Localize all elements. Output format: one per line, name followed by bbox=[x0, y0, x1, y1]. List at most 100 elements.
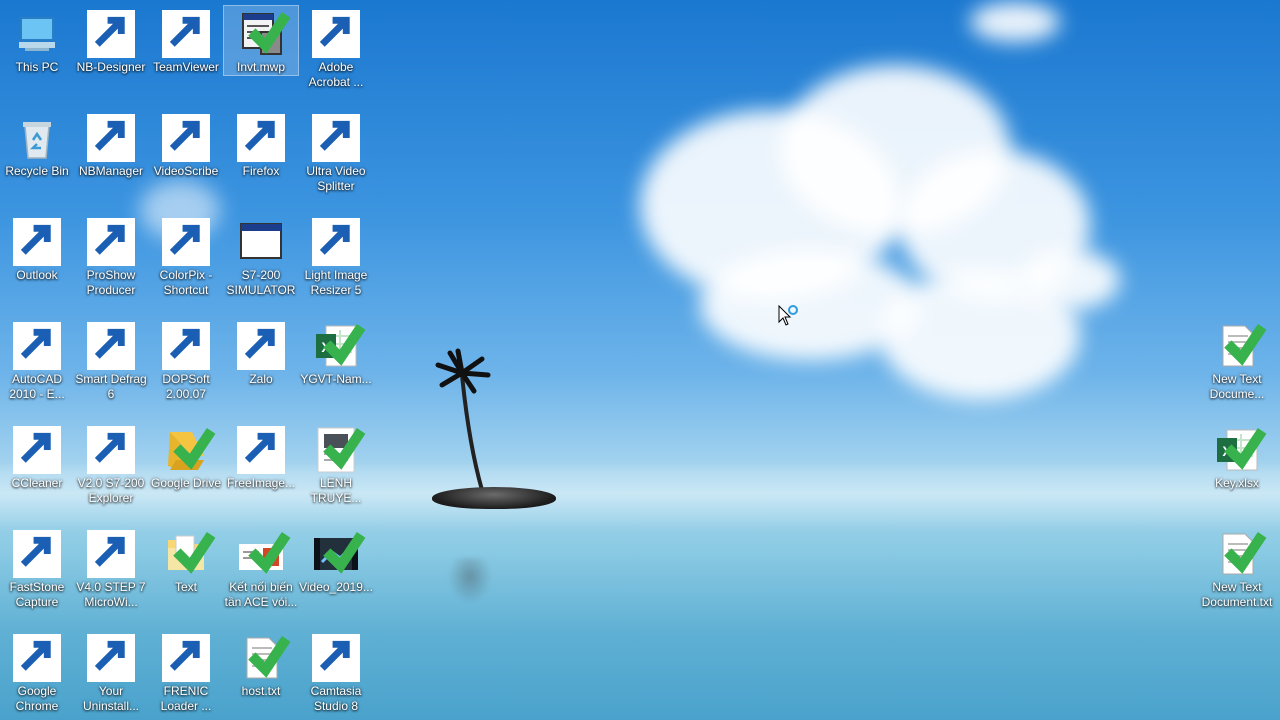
video-file-icon bbox=[312, 530, 366, 578]
desktop-icon-light-image-resizer[interactable]: Light Image Resizer 5 bbox=[299, 214, 373, 298]
icon-label: host.txt bbox=[241, 684, 281, 698]
icon-label: Recycle Bin bbox=[5, 164, 69, 178]
icon-label: V4.0 STEP 7 MicroWi... bbox=[76, 580, 146, 609]
nb-designer-icon: BE bbox=[87, 10, 135, 58]
icon-label: NB-Designer bbox=[76, 60, 146, 74]
icon-label: Text bbox=[174, 580, 197, 594]
adobe-acrobat-icon bbox=[312, 10, 360, 58]
icon-label: ProShow Producer bbox=[86, 268, 136, 297]
icon-label: This PC bbox=[15, 60, 59, 74]
desktop-icon-new-text-document-1[interactable]: New Text Docume... bbox=[1200, 318, 1274, 402]
desktop-icon-zalo[interactable]: Zalo Zalo bbox=[224, 318, 298, 387]
dopsoft-icon bbox=[162, 322, 210, 370]
desktop-icon-new-text-document-2[interactable]: New Text Document.txt bbox=[1200, 526, 1274, 610]
text-file-icon bbox=[1213, 530, 1267, 578]
desktop-icon-camtasia[interactable]: Camtasia Studio 8 bbox=[299, 630, 373, 714]
desktop-icon-nb-designer[interactable]: BE NB-Designer bbox=[74, 6, 148, 75]
camtasia-icon bbox=[312, 634, 360, 682]
icon-label: Google Chrome bbox=[15, 684, 59, 713]
desktop-icon-smart-defrag[interactable]: Smart Defrag 6 bbox=[74, 318, 148, 402]
plc-explorer-icon bbox=[87, 426, 135, 474]
desktop-icon-step7[interactable]: V4.0 STEP 7 MicroWi... bbox=[74, 526, 148, 610]
desktop-icon-outlook[interactable]: Outlook bbox=[0, 214, 74, 283]
icon-label: V2.0 S7-200 Explorer bbox=[77, 476, 145, 505]
pdf-file-icon bbox=[312, 426, 366, 474]
desktop-icon-autocad[interactable]: 20 AutoCAD 2010 - E... bbox=[0, 318, 74, 402]
icon-label: NBManager bbox=[78, 164, 144, 178]
proshow-icon bbox=[87, 218, 135, 266]
text-file-icon bbox=[237, 634, 291, 682]
desktop-icon-recycle-bin[interactable]: Recycle Bin bbox=[0, 110, 74, 179]
desktop-icon-proshow[interactable]: ProShow Producer bbox=[74, 214, 148, 298]
icon-label: YGVT-Nam... bbox=[300, 372, 372, 386]
icon-label: Zalo bbox=[249, 372, 273, 386]
zalo-icon: Zalo bbox=[237, 322, 285, 370]
busy-cursor-icon bbox=[778, 305, 798, 326]
desktop-icon-host-txt[interactable]: host.txt bbox=[224, 630, 298, 699]
wallpaper-cloud bbox=[970, 2, 1060, 42]
video-splitter-icon bbox=[312, 114, 360, 162]
desktop-icon-colorpix[interactable]: ColorPix - Shortcut bbox=[149, 214, 223, 298]
ppt-file-icon: P bbox=[237, 530, 291, 578]
desktop-icon-ultra-video-splitter[interactable]: Ultra Video Splitter bbox=[299, 110, 373, 194]
image-resizer-icon bbox=[312, 218, 360, 266]
icon-label: FreeImage... bbox=[226, 476, 296, 490]
icon-label: ColorPix - Shortcut bbox=[159, 268, 213, 297]
icon-label: AutoCAD 2010 - E... bbox=[9, 372, 65, 401]
desktop-icon-freeimage[interactable]: Ic FreeImage... bbox=[224, 422, 298, 491]
desktop-icon-video-2019[interactable]: Video_2019... bbox=[299, 526, 373, 595]
icon-label: New Text Document.txt bbox=[1201, 580, 1273, 609]
icon-label: Camtasia Studio 8 bbox=[310, 684, 362, 713]
icon-label: New Text Docume... bbox=[1209, 372, 1265, 401]
desktop-icon-chrome[interactable]: Google Chrome bbox=[0, 630, 74, 714]
firefox-icon bbox=[237, 114, 285, 162]
desktop-icon-teamviewer[interactable]: TeamViewer bbox=[149, 6, 223, 75]
desktop-icon-text-folder[interactable]: Text bbox=[149, 526, 223, 595]
step7-icon bbox=[87, 530, 135, 578]
icon-label: Google Drive bbox=[150, 476, 222, 490]
desktop-icon-ppt-document[interactable]: P Kết nối biến tần ACE vói... bbox=[224, 526, 298, 610]
desktop-icon-google-drive[interactable]: Google Drive bbox=[149, 422, 223, 491]
desktop-icon-s7-200-simulator[interactable]: S7-200 SIMULATOR bbox=[224, 214, 298, 298]
chrome-icon bbox=[13, 634, 61, 682]
desktop-icon-dopsoft[interactable]: DOPSoft 2.00.07 bbox=[149, 318, 223, 402]
desktop-icon-your-uninstaller[interactable]: YU Your Uninstall... bbox=[74, 630, 148, 714]
island-reflection bbox=[448, 558, 492, 604]
icon-label: DOPSoft 2.00.07 bbox=[162, 372, 210, 401]
icon-label: S7-200 SIMULATOR bbox=[226, 268, 296, 297]
autocad-icon: 20 bbox=[13, 322, 61, 370]
icon-label: Firefox bbox=[242, 164, 280, 178]
desktop-icon-frenic-loader[interactable]: FrenicL FRENIC Loader ... bbox=[149, 630, 223, 714]
desktop-icon-ygvt-excel[interactable]: X YGVT-Nam... bbox=[299, 318, 373, 387]
icon-label: FastStone Capture bbox=[9, 580, 65, 609]
desktop-icon-ccleaner[interactable]: CCleaner bbox=[0, 422, 74, 491]
google-drive-icon bbox=[162, 426, 216, 474]
text-file-icon bbox=[1213, 322, 1267, 370]
icon-label: Invt.mwp bbox=[236, 60, 285, 74]
teamviewer-icon bbox=[162, 10, 210, 58]
desktop-icon-invt-mwp[interactable]: Invt.mwp bbox=[223, 5, 299, 76]
desktop-icon-key-xlsx[interactable]: X Key.xlsx bbox=[1200, 422, 1274, 491]
project-file-icon bbox=[237, 10, 291, 58]
icon-label: Key.xlsx bbox=[1215, 476, 1259, 490]
palm-tree bbox=[435, 348, 491, 491]
desktop-icon-lenh-truyen-pdf[interactable]: LENH TRUYE... bbox=[299, 422, 373, 506]
desktop-icon-this-pc[interactable]: This PC bbox=[0, 6, 74, 75]
icon-label: Kết nối biến tần ACE vói... bbox=[224, 580, 298, 609]
icon-label: LENH TRUYE... bbox=[310, 476, 362, 505]
desktop-icon-adobe-acrobat[interactable]: Adobe Acrobat ... bbox=[299, 6, 373, 90]
desktop-icon-videoscribe[interactable]: VideoScribe bbox=[149, 110, 223, 179]
desktop-icon-s7-200-explorer[interactable]: V2.0 S7-200 Explorer bbox=[74, 422, 148, 506]
desktop-icon-nbmanager[interactable]: NBManager bbox=[74, 110, 148, 179]
desktop-icon-firefox[interactable]: Firefox bbox=[224, 110, 298, 179]
nbmanager-icon bbox=[87, 114, 135, 162]
desktop[interactable]: This PC Recycle Bin Outlook 20 AutoCAD 2… bbox=[0, 0, 1280, 720]
desktop-icon-faststone[interactable]: FastStone Capture bbox=[0, 526, 74, 610]
frenic-icon: FrenicL bbox=[162, 634, 210, 682]
smart-defrag-icon bbox=[87, 322, 135, 370]
freeimage-icon: Ic bbox=[237, 426, 285, 474]
outlook-icon bbox=[13, 218, 61, 266]
wallpaper-cloud bbox=[1020, 250, 1120, 310]
excel-file-icon: X bbox=[312, 322, 366, 370]
window-app-icon bbox=[237, 218, 285, 266]
